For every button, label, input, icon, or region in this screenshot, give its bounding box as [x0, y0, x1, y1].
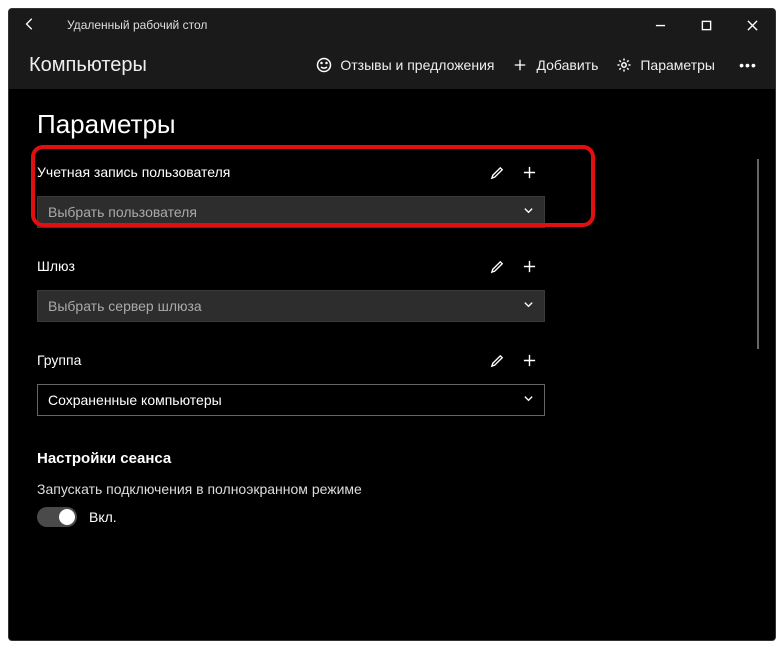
commandbar: Компьютеры Отзывы и предложения Добавить… — [9, 41, 775, 89]
group-value: Сохраненные компьютеры — [48, 392, 523, 408]
chevron-down-icon — [523, 393, 534, 407]
fullscreen-label: Запускать подключения в полноэкранном ре… — [37, 481, 747, 497]
gateway-placeholder: Выбрать сервер шлюза — [48, 298, 523, 314]
page-title: Параметры — [37, 109, 747, 140]
titlebar: Удаленный рабочий стол — [9, 9, 775, 41]
commandbar-heading: Компьютеры — [29, 54, 147, 77]
fullscreen-toggle[interactable] — [37, 507, 77, 527]
add-label: Добавить — [536, 57, 598, 73]
scrollbar[interactable] — [757, 159, 759, 349]
chevron-down-icon — [523, 299, 534, 313]
add-group-button[interactable] — [513, 346, 545, 374]
toggle-state-label: Вкл. — [89, 509, 117, 525]
add-user-button[interactable] — [513, 158, 545, 186]
group-dropdown[interactable]: Сохраненные компьютеры — [37, 384, 545, 416]
close-button[interactable] — [729, 9, 775, 41]
section-user-account: Учетная запись пользователя Выбрать поль… — [37, 158, 747, 228]
settings-button[interactable]: Параметры — [616, 57, 715, 73]
feedback-button[interactable]: Отзывы и предложения — [316, 57, 494, 73]
toggle-knob — [59, 509, 75, 525]
settings-label: Параметры — [640, 57, 715, 73]
smiley-icon — [316, 57, 332, 73]
user-account-dropdown[interactable]: Выбрать пользователя — [37, 196, 545, 228]
app-window: Удаленный рабочий стол Компьютеры Отзывы… — [8, 8, 776, 641]
more-icon: ••• — [740, 57, 756, 73]
edit-user-button[interactable] — [481, 158, 513, 186]
maximize-button[interactable] — [683, 9, 729, 41]
gear-icon — [616, 57, 632, 73]
user-account-placeholder: Выбрать пользователя — [48, 204, 523, 220]
add-button[interactable]: Добавить — [512, 57, 598, 73]
gateway-dropdown[interactable]: Выбрать сервер шлюза — [37, 290, 545, 322]
minimize-button[interactable] — [637, 9, 683, 41]
plus-icon — [512, 57, 528, 73]
add-gateway-button[interactable] — [513, 252, 545, 280]
session-settings-heading: Настройки сеанса — [37, 450, 747, 467]
more-button[interactable]: ••• — [733, 57, 763, 73]
fullscreen-toggle-row: Вкл. — [37, 507, 747, 527]
section-gateway: Шлюз Выбрать сервер шлюза — [37, 252, 747, 322]
section-group: Группа Сохраненные компьютеры — [37, 346, 747, 416]
app-title: Удаленный рабочий стол — [67, 18, 207, 32]
chevron-down-icon — [523, 205, 534, 219]
back-button[interactable] — [23, 17, 47, 34]
gateway-label: Шлюз — [37, 258, 481, 274]
content-area: Параметры Учетная запись пользователя Вы… — [9, 89, 775, 640]
feedback-label: Отзывы и предложения — [340, 57, 494, 73]
group-label: Группа — [37, 352, 481, 368]
edit-gateway-button[interactable] — [481, 252, 513, 280]
edit-group-button[interactable] — [481, 346, 513, 374]
user-account-label: Учетная запись пользователя — [37, 164, 481, 180]
